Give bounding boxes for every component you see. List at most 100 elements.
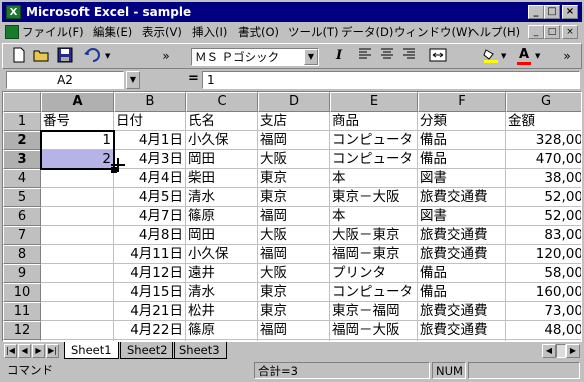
cell-c1[interactable]: 氏名: [186, 112, 258, 131]
cell-g4[interactable]: 38,00: [506, 169, 581, 188]
cell-g10[interactable]: 160,00: [506, 283, 581, 302]
cell-f8[interactable]: 旅費交通費: [418, 245, 506, 264]
cell-b1[interactable]: 日付: [114, 112, 186, 131]
menu-window[interactable]: ウィンドウ(W): [394, 22, 472, 42]
menu-file[interactable]: ファイル(F): [22, 22, 84, 42]
cell-d5[interactable]: 東京: [258, 188, 330, 207]
cell-e12[interactable]: 福岡－大阪: [330, 321, 418, 340]
excel-icon[interactable]: X: [6, 5, 21, 19]
menu-insert[interactable]: 挿入(I): [192, 22, 227, 42]
cell-g12[interactable]: 48,00: [506, 321, 581, 340]
prev-sheet-icon[interactable]: ◀: [18, 344, 31, 358]
row-header-5[interactable]: 5: [3, 188, 41, 207]
fill-color-icon[interactable]: ▼: [481, 47, 511, 67]
cell-g5[interactable]: 52,00: [506, 188, 581, 207]
cell-c11[interactable]: 松井: [186, 302, 258, 321]
row-header-7[interactable]: 7: [3, 226, 41, 245]
font-name-combo[interactable]: ＭＳ Ｐゴシック ▼: [191, 48, 319, 66]
cell-b3[interactable]: 4月3日: [114, 150, 186, 169]
cell-f4[interactable]: 図書: [418, 169, 506, 188]
cell-a3[interactable]: 2: [41, 150, 114, 169]
menu-data[interactable]: データ(D): [341, 22, 393, 42]
align-right-icon[interactable]: [399, 47, 419, 67]
formula-equals[interactable]: =: [188, 71, 199, 86]
cell-g9[interactable]: 58,00: [506, 264, 581, 283]
cell-a4[interactable]: [41, 169, 114, 188]
sheet-tab-3[interactable]: Sheet3: [172, 342, 227, 359]
cell-f9[interactable]: 備品: [418, 264, 506, 283]
doc-restore-button[interactable]: □: [544, 25, 560, 39]
column-header-b[interactable]: B: [114, 92, 186, 112]
cell-e11[interactable]: 東京－福岡: [330, 302, 418, 321]
cell-c3[interactable]: 岡田: [186, 150, 258, 169]
cell-g1[interactable]: 金額: [506, 112, 581, 131]
cell-g3[interactable]: 470,00: [506, 150, 581, 169]
cell-c4[interactable]: 柴田: [186, 169, 258, 188]
cell-e2[interactable]: コンピュータ: [330, 131, 418, 150]
cell-b8[interactable]: 4月11日: [114, 245, 186, 264]
cell-d11[interactable]: 東京: [258, 302, 330, 321]
workbook-icon[interactable]: [5, 25, 19, 39]
cell-a10[interactable]: [41, 283, 114, 302]
undo-icon[interactable]: ▼: [81, 47, 115, 67]
column-header-e[interactable]: E: [330, 92, 418, 112]
menu-format[interactable]: 書式(O): [238, 22, 279, 42]
scroll-right-icon[interactable]: ▶: [566, 344, 580, 358]
align-left-icon[interactable]: [355, 47, 375, 67]
cell-d2[interactable]: 福岡: [258, 131, 330, 150]
cell-a5[interactable]: [41, 188, 114, 207]
cell-c9[interactable]: 遠井: [186, 264, 258, 283]
row-header-2[interactable]: 2: [3, 131, 41, 150]
row-header-12[interactable]: 12: [3, 321, 41, 340]
cell-b12[interactable]: 4月22日: [114, 321, 186, 340]
cell-b4[interactable]: 4月4日: [114, 169, 186, 188]
italic-button[interactable]: I: [329, 47, 349, 67]
menu-tools[interactable]: ツール(T): [288, 22, 339, 42]
cell-g11[interactable]: 73,00: [506, 302, 581, 321]
cell-a12[interactable]: [41, 321, 114, 340]
cell-a9[interactable]: [41, 264, 114, 283]
cell-d6[interactable]: 福岡: [258, 207, 330, 226]
cell-a2[interactable]: 1: [41, 131, 114, 150]
scroll-left-icon[interactable]: ◀: [542, 344, 556, 358]
cell-e8[interactable]: 福岡－東京: [330, 245, 418, 264]
cell-b10[interactable]: 4月15日: [114, 283, 186, 302]
cell-e4[interactable]: 本: [330, 169, 418, 188]
name-box[interactable]: A2: [6, 71, 124, 89]
fill-handle[interactable]: [111, 167, 117, 173]
row-header-1[interactable]: 1: [3, 112, 41, 131]
row-header-6[interactable]: 6: [3, 207, 41, 226]
cell-d3[interactable]: 大阪: [258, 150, 330, 169]
chevron-down-icon[interactable]: ▼: [304, 49, 318, 65]
maximize-icon[interactable]: □: [544, 5, 560, 19]
cell-e9[interactable]: プリンタ: [330, 264, 418, 283]
cell-d12[interactable]: 福岡: [258, 321, 330, 340]
row-header-4[interactable]: 4: [3, 169, 41, 188]
cell-c5[interactable]: 清水: [186, 188, 258, 207]
cell-g8[interactable]: 120,00: [506, 245, 581, 264]
cell-f6[interactable]: 図書: [418, 207, 506, 226]
cell-f2[interactable]: 備品: [418, 131, 506, 150]
cell-e7[interactable]: 大阪－東京: [330, 226, 418, 245]
cell-b2[interactable]: 4月1日: [114, 131, 186, 150]
cell-a6[interactable]: [41, 207, 114, 226]
cell-e6[interactable]: 本: [330, 207, 418, 226]
cell-a8[interactable]: [41, 245, 114, 264]
cell-b7[interactable]: 4月8日: [114, 226, 186, 245]
close-icon[interactable]: ×: [562, 5, 578, 19]
cell-e10[interactable]: コンピュータ: [330, 283, 418, 302]
row-header-9[interactable]: 9: [3, 264, 41, 283]
font-color-icon[interactable]: A ▼: [515, 47, 547, 67]
cell-g2[interactable]: 328,00: [506, 131, 581, 150]
row-header-8[interactable]: 8: [3, 245, 41, 264]
cell-a1[interactable]: 番号: [41, 112, 114, 131]
cell-e1[interactable]: 商品: [330, 112, 418, 131]
cell-c2[interactable]: 小久保: [186, 131, 258, 150]
toolbar-chevron-right[interactable]: »: [559, 47, 575, 67]
cell-c7[interactable]: 岡田: [186, 226, 258, 245]
cell-b5[interactable]: 4月5日: [114, 188, 186, 207]
column-header-d[interactable]: D: [258, 92, 330, 112]
cell-a7[interactable]: [41, 226, 114, 245]
chevron-down-icon[interactable]: ▼: [126, 71, 140, 89]
doc-close-button[interactable]: ×: [562, 25, 578, 39]
